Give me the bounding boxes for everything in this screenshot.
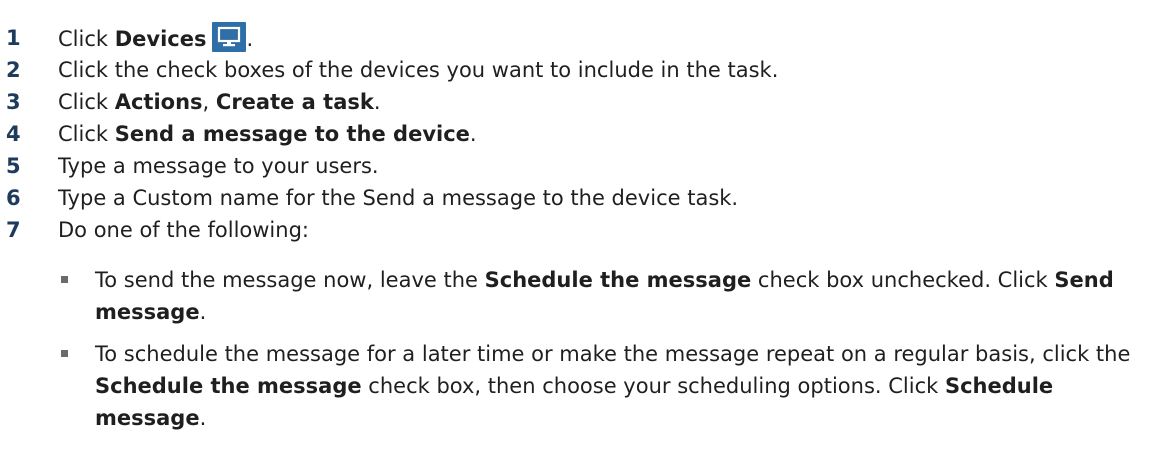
step-text-plain: Click xyxy=(58,122,115,146)
step-number: 3 xyxy=(6,90,21,114)
bullet-text-bold: Schedule the message xyxy=(95,374,362,398)
bullet-text-plain: To schedule the message for a later time… xyxy=(95,342,1131,366)
bullet-text-plain: check box, then choose your scheduling o… xyxy=(361,374,945,398)
step-text-bold: Actions xyxy=(114,90,203,114)
bullet-text-plain: check box unchecked. Click xyxy=(751,268,1055,292)
step-text: Click Devices. xyxy=(58,22,253,55)
step-number: 4 xyxy=(6,122,21,146)
bullet-text: To send the message now, leave the Sched… xyxy=(95,264,1155,328)
step-text-plain: . xyxy=(469,122,477,146)
step-text-bold: Send a message to the device xyxy=(114,122,470,146)
step-text-plain: . xyxy=(246,27,254,51)
bullet-text: To schedule the message for a later time… xyxy=(95,338,1155,434)
bullet-item: To schedule the message for a later time… xyxy=(0,338,1164,438)
bullet-text-plain: . xyxy=(199,300,207,324)
bullet-text-plain: To send the message now, leave the xyxy=(95,268,485,292)
step-text-plain: . xyxy=(373,90,381,114)
step-text: Type a Custom name for the Send a messag… xyxy=(58,186,739,210)
step-text: Do one of the following: xyxy=(58,218,309,242)
step-text-bold: Create a task xyxy=(215,90,374,114)
step-number: 5 xyxy=(6,154,21,178)
step-text: Type a message to your users. xyxy=(58,154,379,178)
monitor-icon xyxy=(212,22,247,52)
step-number: 7 xyxy=(6,218,21,242)
step-text: Click Actions, Create a task. xyxy=(58,86,381,118)
bullet-text-bold: Schedule the message xyxy=(484,268,752,292)
square-bullet-icon xyxy=(61,350,68,357)
step-text-plain: , xyxy=(202,90,216,114)
step-number: 6 xyxy=(6,186,21,210)
step-text: Click the check boxes of the devices you… xyxy=(58,58,779,82)
bullet-item: To send the message now, leave the Sched… xyxy=(0,264,1164,330)
step-text-bold: Devices xyxy=(114,27,207,51)
bullet-text-plain: . xyxy=(199,406,207,430)
step-number: 1 xyxy=(6,26,21,50)
step-text: Click Send a message to the device. xyxy=(58,118,477,150)
step-text-plain: Click xyxy=(58,90,115,114)
step-number: 2 xyxy=(6,58,21,82)
square-bullet-icon xyxy=(61,276,68,283)
step-text-plain: Click xyxy=(58,27,115,51)
